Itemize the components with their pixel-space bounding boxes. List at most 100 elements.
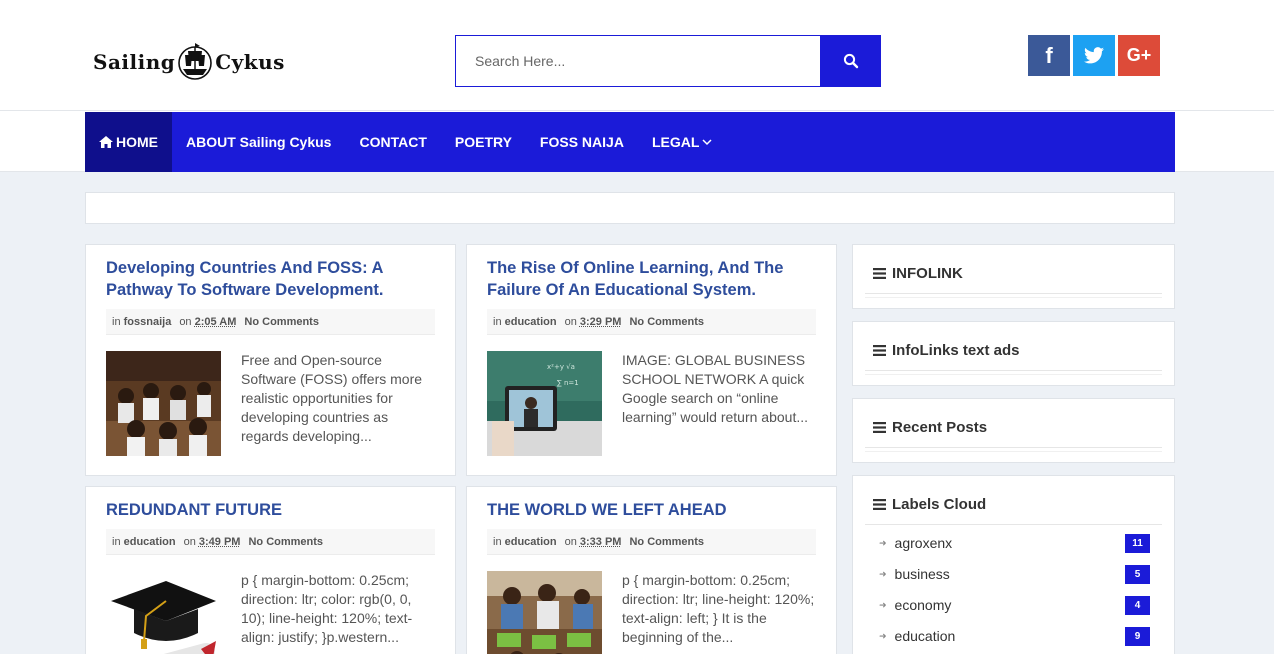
post-time[interactable]: 2:05 AM: [195, 316, 237, 328]
nav-item-contact[interactable]: CONTACT: [345, 112, 440, 172]
caret-right-icon: ➜: [879, 569, 887, 580]
facebook-icon: f: [1045, 43, 1052, 69]
post-thumbnail[interactable]: [106, 351, 221, 456]
divider: [865, 447, 1162, 448]
nav-legal-label: LEGAL: [652, 134, 699, 150]
label-item[interactable]: ➜ education 9: [879, 625, 1150, 647]
post-card: THE WORLD WE LEFT AHEAD in education on …: [466, 486, 837, 654]
label-item[interactable]: ➜ business 5: [879, 563, 1150, 585]
post-comments-link[interactable]: No Comments: [629, 536, 704, 548]
label-name: business: [895, 566, 950, 582]
svg-text:∑ n=1: ∑ n=1: [557, 379, 579, 387]
label-prefix: in: [112, 536, 121, 548]
search-form: [455, 35, 881, 87]
post-title[interactable]: REDUNDANT FUTURE: [106, 499, 435, 521]
bars-icon: [873, 268, 886, 279]
divider: [865, 370, 1162, 371]
logo-text-right: Cykus: [215, 50, 285, 74]
post-comments-link[interactable]: No Comments: [244, 316, 319, 328]
label-item[interactable]: ➜ economy 4: [879, 594, 1150, 616]
nav-contact-label: CONTACT: [359, 134, 426, 150]
bars-icon: [873, 499, 886, 510]
post-meta: in education on 3:29 PM No Comments: [487, 309, 816, 335]
caret-right-icon: ➜: [879, 600, 887, 611]
post-thumbnail[interactable]: [106, 571, 221, 654]
main-nav: HOME ABOUT Sailing Cykus CONTACT POETRY …: [85, 112, 1175, 172]
ship-icon: [177, 39, 213, 85]
search-button[interactable]: [820, 35, 881, 87]
post-time[interactable]: 3:33 PM: [580, 536, 622, 548]
nav-foss-label: FOSS NAIJA: [540, 134, 624, 150]
facebook-button[interactable]: f: [1028, 35, 1070, 76]
post-time[interactable]: 3:49 PM: [199, 536, 241, 548]
divider: [865, 451, 1162, 452]
label-count: 11: [1125, 534, 1150, 553]
post-thumbnail[interactable]: [487, 571, 602, 654]
post-label-link[interactable]: education: [505, 536, 557, 548]
widget-title-text: InfoLinks text ads: [892, 342, 1020, 359]
nav-item-foss-naija[interactable]: FOSS NAIJA: [526, 112, 638, 172]
label-prefix: in: [493, 536, 502, 548]
post-card: REDUNDANT FUTURE in education on 3:49 PM…: [85, 486, 456, 654]
post-excerpt: Free and Open-source Software (FOSS) off…: [241, 351, 435, 456]
ad-strip: [85, 192, 1175, 224]
nav-item-about[interactable]: ABOUT Sailing Cykus: [172, 112, 345, 172]
nav-item-home[interactable]: HOME: [85, 112, 172, 172]
post-excerpt: IMAGE: GLOBAL BUSINESS SCHOOL NETWORK A …: [622, 351, 816, 456]
widget-title-text: Labels Cloud: [892, 496, 986, 513]
post-thumbnail[interactable]: x²+y √a ∑ n=1: [487, 351, 602, 456]
time-prefix: on: [565, 316, 577, 328]
widget-labels-cloud: Labels Cloud ➜ agroxenx 11 ➜ business 5 …: [852, 475, 1175, 654]
time-prefix: on: [179, 316, 191, 328]
label-item[interactable]: ➜ agroxenx 11: [879, 532, 1150, 554]
widget-title: Recent Posts: [873, 419, 987, 436]
nav-item-poetry[interactable]: POETRY: [441, 112, 526, 172]
time-prefix: on: [184, 536, 196, 548]
post-title[interactable]: Developing Countries And FOSS: A Pathway…: [106, 257, 435, 301]
divider: [865, 524, 1162, 525]
widget-title: Labels Cloud: [873, 496, 986, 513]
nav-home-label: HOME: [116, 134, 158, 150]
time-prefix: on: [565, 536, 577, 548]
google-plus-icon: G+: [1127, 45, 1152, 66]
google-plus-button[interactable]: G+: [1118, 35, 1160, 76]
label-name: education: [895, 628, 956, 644]
classroom-photo: [106, 351, 221, 456]
post-comments-link[interactable]: No Comments: [248, 536, 323, 548]
post-meta: in education on 3:49 PM No Comments: [106, 529, 435, 555]
post-label-link[interactable]: fossnaija: [124, 316, 172, 328]
divider: [865, 293, 1162, 294]
twitter-icon: [1084, 47, 1104, 64]
site-logo[interactable]: Sailing Cykus: [93, 38, 285, 86]
post-comments-link[interactable]: No Comments: [629, 316, 704, 328]
chevron-down-icon: [702, 138, 712, 146]
post-time[interactable]: 3:29 PM: [580, 316, 622, 328]
post-label-link[interactable]: education: [505, 316, 557, 328]
search-input[interactable]: [455, 35, 820, 87]
label-count: 5: [1125, 565, 1150, 584]
post-label-link[interactable]: education: [124, 536, 176, 548]
nav-poetry-label: POETRY: [455, 134, 512, 150]
label-name: economy: [895, 597, 952, 613]
label-count: 9: [1125, 627, 1150, 646]
post-title[interactable]: THE WORLD WE LEFT AHEAD: [487, 499, 816, 521]
twitter-button[interactable]: [1073, 35, 1115, 76]
widget-title: INFOLINK: [873, 265, 963, 282]
search-icon: [843, 53, 859, 69]
widget-title-text: Recent Posts: [892, 419, 987, 436]
classroom-laptops-photo: [487, 571, 602, 654]
widget-infolinks-text-ads: InfoLinks text ads: [852, 321, 1175, 386]
widget-title-text: INFOLINK: [892, 265, 963, 282]
label-name: agroxenx: [895, 535, 953, 551]
post-title[interactable]: The Rise Of Online Learning, And The Fai…: [487, 257, 816, 301]
nav-item-legal[interactable]: LEGAL: [638, 112, 729, 172]
graduation-cap-photo: [106, 571, 221, 654]
label-prefix: in: [493, 316, 502, 328]
divider: [865, 374, 1162, 375]
post-excerpt: p { margin-bottom: 0.25cm; direction: lt…: [622, 571, 816, 654]
post-card: The Rise Of Online Learning, And The Fai…: [466, 244, 837, 476]
widget-title: InfoLinks text ads: [873, 342, 1020, 359]
bars-icon: [873, 345, 886, 356]
online-learning-photo: x²+y √a ∑ n=1: [487, 351, 602, 456]
widget-infolink: INFOLINK: [852, 244, 1175, 309]
